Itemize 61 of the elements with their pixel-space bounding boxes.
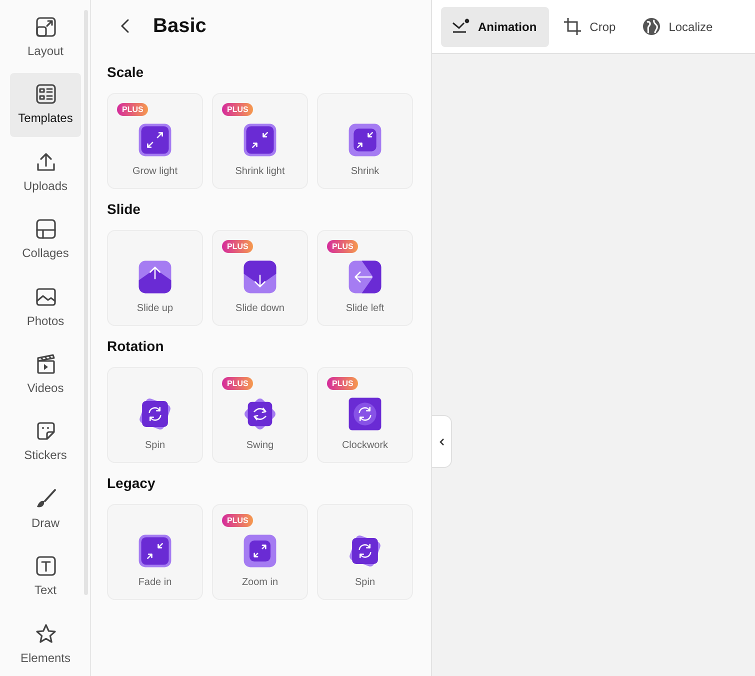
- panel-title: Basic: [153, 14, 206, 38]
- section-heading: Rotation: [107, 337, 165, 355]
- animation-card[interactable]: PLUS Grow light: [107, 93, 203, 189]
- expand-icon: [243, 534, 277, 568]
- slide-up-icon: [138, 260, 172, 294]
- layout-icon: [34, 16, 56, 38]
- shrink-icon: [138, 534, 172, 568]
- slide-down-icon: [243, 260, 277, 294]
- animation-card[interactable]: PLUS Zoom in: [212, 504, 308, 600]
- sidebar-item[interactable]: Layout: [10, 6, 81, 70]
- sidebar-item[interactable]: Collages: [10, 208, 81, 272]
- sidebar-item[interactable]: Uploads: [10, 140, 81, 204]
- collage-icon: [34, 218, 56, 240]
- section-heading: Legacy: [107, 474, 156, 492]
- sticker-icon: [34, 420, 56, 442]
- animation-card[interactable]: Slide up: [107, 230, 203, 326]
- video-icon: [34, 353, 56, 376]
- toolbar-tab[interactable]: Animation: [441, 6, 549, 46]
- plus-badge: PLUS: [327, 377, 358, 390]
- chevron-left-icon: [438, 436, 446, 446]
- sidebar-item[interactable]: Stickers: [10, 410, 81, 474]
- toolbar-tab[interactable]: Crop: [552, 6, 628, 46]
- sidebar-item[interactable]: Videos: [10, 343, 81, 406]
- animation-card[interactable]: PLUS Slide down: [212, 230, 308, 326]
- brush-icon: [34, 488, 56, 510]
- upload-icon: [34, 150, 56, 173]
- section-heading: Scale: [107, 63, 145, 81]
- animation-card[interactable]: PLUS Shrink light: [212, 93, 308, 189]
- plus-badge: PLUS: [222, 514, 254, 527]
- globe-icon: [642, 17, 661, 36]
- plus-badge: PLUS: [222, 240, 254, 253]
- shrink-icon: [348, 123, 382, 157]
- animation-card[interactable]: Spin: [317, 504, 413, 600]
- sidebar-item[interactable]: Draw: [10, 478, 81, 542]
- plus-badge: PLUS: [222, 377, 254, 390]
- animation-card[interactable]: PLUS Swing: [212, 367, 308, 463]
- animation-card[interactable]: PLUS Slide left: [317, 230, 413, 326]
- templates-icon: [34, 83, 56, 106]
- toolbar-tab[interactable]: Localize: [632, 6, 725, 46]
- clockwork-icon: [348, 397, 382, 431]
- slide-left-icon: [348, 260, 382, 294]
- section-heading: Slide: [107, 200, 142, 218]
- text-icon: [34, 555, 56, 578]
- animation-icon: [451, 17, 470, 36]
- grow-icon: [138, 123, 172, 157]
- shrink-icon: [243, 123, 277, 157]
- sidebar-item[interactable]: Elements: [10, 612, 81, 676]
- star-icon: [34, 622, 56, 645]
- animation-card[interactable]: Spin: [107, 367, 203, 463]
- plus-badge: PLUS: [117, 103, 148, 116]
- animation-card[interactable]: Fade in: [107, 504, 203, 600]
- animation-card[interactable]: PLUS Clockwork: [317, 367, 413, 463]
- crop-icon: [562, 17, 582, 36]
- sidebar-item[interactable]: Text: [10, 545, 81, 609]
- plus-badge: PLUS: [222, 103, 254, 116]
- sidebar-item[interactable]: Photos: [10, 276, 81, 340]
- collapse-button[interactable]: [432, 415, 452, 468]
- sidebar-item[interactable]: Templates: [10, 73, 81, 137]
- plus-badge: PLUS: [327, 240, 358, 253]
- image-icon: [34, 286, 56, 308]
- animation-card[interactable]: Shrink: [317, 93, 413, 189]
